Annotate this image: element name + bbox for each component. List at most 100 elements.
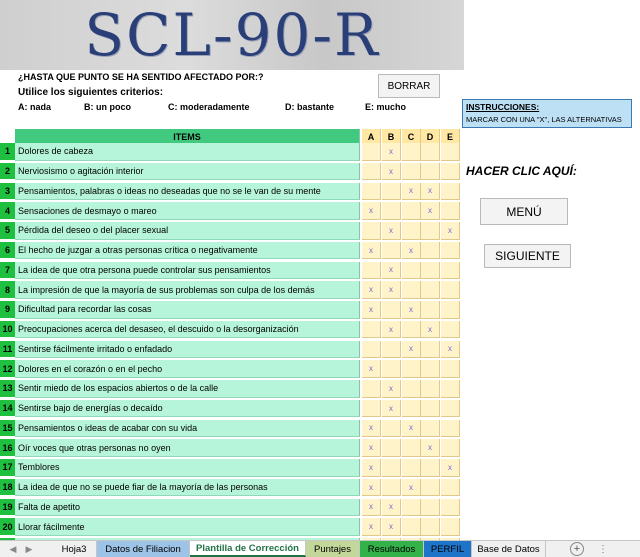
- answer-cell-d[interactable]: [421, 301, 440, 319]
- answer-cell-b[interactable]: [382, 301, 401, 319]
- next-button[interactable]: SIGUIENTE: [484, 244, 571, 268]
- answer-cell-e[interactable]: [441, 182, 460, 201]
- answer-cell-e[interactable]: [441, 241, 460, 260]
- answer-cell-e[interactable]: [441, 320, 460, 339]
- answer-cell-c[interactable]: [402, 162, 421, 181]
- answer-cell-a[interactable]: [362, 222, 381, 240]
- answer-cell-d[interactable]: x: [421, 439, 440, 457]
- answer-cell-d[interactable]: [421, 340, 440, 359]
- answer-cell-b[interactable]: x: [382, 320, 401, 339]
- answer-cell-c[interactable]: [402, 202, 421, 220]
- answer-cell-c[interactable]: [402, 320, 421, 339]
- answer-cell-e[interactable]: x: [441, 340, 460, 359]
- answer-cell-c[interactable]: [402, 222, 421, 240]
- answer-cell-a[interactable]: x: [362, 419, 381, 438]
- answer-cell-b[interactable]: x: [382, 162, 401, 181]
- answer-cell-b[interactable]: x: [382, 399, 401, 418]
- answer-cell-b[interactable]: x: [382, 380, 401, 398]
- answer-cell-e[interactable]: [441, 202, 460, 220]
- answer-cell-c[interactable]: x: [402, 340, 421, 359]
- answer-cell-b[interactable]: [382, 182, 401, 201]
- answer-cell-d[interactable]: [421, 399, 440, 418]
- answer-cell-c[interactable]: [402, 518, 421, 536]
- answer-cell-e[interactable]: [441, 281, 460, 299]
- answer-cell-e[interactable]: [441, 143, 460, 161]
- add-sheet-icon[interactable]: +: [570, 542, 584, 556]
- answer-cell-d[interactable]: x: [421, 182, 440, 201]
- answer-cell-e[interactable]: x: [441, 222, 460, 240]
- answer-cell-a[interactable]: x: [362, 360, 381, 378]
- sheet-tab[interactable]: PERFIL: [424, 541, 472, 557]
- answer-cell-c[interactable]: [402, 360, 421, 378]
- answer-cell-a[interactable]: [362, 380, 381, 398]
- answer-cell-c[interactable]: [402, 459, 421, 477]
- answer-cell-d[interactable]: [421, 143, 440, 161]
- answer-cell-e[interactable]: x: [441, 459, 460, 477]
- sheet-tab[interactable]: Hoja3: [52, 541, 97, 557]
- answer-cell-e[interactable]: [441, 162, 460, 181]
- answer-cell-a[interactable]: x: [362, 459, 381, 477]
- answer-cell-a[interactable]: x: [362, 301, 381, 319]
- answer-cell-b[interactable]: [382, 478, 401, 497]
- answer-cell-b[interactable]: [382, 340, 401, 359]
- menu-button[interactable]: MENÚ: [480, 198, 568, 225]
- more-options-icon[interactable]: ⋮: [598, 541, 608, 557]
- answer-cell-b[interactable]: [382, 202, 401, 220]
- answer-cell-d[interactable]: [421, 478, 440, 497]
- answer-cell-e[interactable]: [441, 261, 460, 280]
- answer-cell-c[interactable]: [402, 380, 421, 398]
- answer-cell-d[interactable]: [421, 518, 440, 536]
- answer-cell-b[interactable]: x: [382, 518, 401, 536]
- answer-cell-c[interactable]: [402, 281, 421, 299]
- answer-cell-b[interactable]: [382, 439, 401, 457]
- answer-cell-c[interactable]: x: [402, 182, 421, 201]
- answer-cell-d[interactable]: [421, 222, 440, 240]
- answer-cell-d[interactable]: [421, 380, 440, 398]
- answer-cell-d[interactable]: [421, 281, 440, 299]
- answer-cell-c[interactable]: [402, 439, 421, 457]
- answer-cell-d[interactable]: x: [421, 320, 440, 339]
- answer-cell-d[interactable]: [421, 261, 440, 280]
- answer-cell-e[interactable]: [441, 380, 460, 398]
- answer-cell-e[interactable]: [441, 360, 460, 378]
- answer-cell-c[interactable]: x: [402, 478, 421, 497]
- answer-cell-b[interactable]: x: [382, 261, 401, 280]
- answer-cell-b[interactable]: [382, 360, 401, 378]
- answer-cell-d[interactable]: [421, 498, 440, 517]
- sheet-tab[interactable]: Plantilla de Corrección: [190, 541, 306, 557]
- answer-cell-c[interactable]: x: [402, 419, 421, 438]
- answer-cell-c[interactable]: x: [402, 241, 421, 260]
- answer-cell-b[interactable]: x: [382, 498, 401, 517]
- answer-cell-d[interactable]: [421, 241, 440, 260]
- answer-cell-b[interactable]: [382, 459, 401, 477]
- answer-cell-b[interactable]: x: [382, 222, 401, 240]
- answer-cell-a[interactable]: [362, 340, 381, 359]
- answer-cell-c[interactable]: [402, 498, 421, 517]
- answer-cell-c[interactable]: [402, 399, 421, 418]
- tab-scroll-left-icon[interactable]: ◀: [6, 541, 20, 557]
- sheet-tab[interactable]: Datos de Filiacion: [97, 541, 190, 557]
- answer-cell-d[interactable]: [421, 459, 440, 477]
- answer-cell-b[interactable]: x: [382, 143, 401, 161]
- answer-cell-a[interactable]: [362, 261, 381, 280]
- clear-button[interactable]: BORRAR: [378, 74, 440, 98]
- answer-cell-c[interactable]: x: [402, 301, 421, 319]
- answer-cell-e[interactable]: [441, 518, 460, 536]
- answer-cell-e[interactable]: [441, 478, 460, 497]
- sheet-tab[interactable]: Base de Datos: [472, 541, 546, 557]
- answer-cell-a[interactable]: [362, 143, 381, 161]
- answer-cell-a[interactable]: x: [362, 498, 381, 517]
- answer-cell-e[interactable]: [441, 419, 460, 438]
- sheet-tab[interactable]: Puntajes: [306, 541, 360, 557]
- answer-cell-d[interactable]: [421, 162, 440, 181]
- answer-cell-a[interactable]: x: [362, 478, 381, 497]
- answer-cell-d[interactable]: x: [421, 202, 440, 220]
- answer-cell-d[interactable]: [421, 360, 440, 378]
- answer-cell-a[interactable]: x: [362, 439, 381, 457]
- answer-cell-a[interactable]: [362, 320, 381, 339]
- answer-cell-b[interactable]: x: [382, 281, 401, 299]
- sheet-tab[interactable]: Resultados: [360, 541, 424, 557]
- answer-cell-e[interactable]: [441, 439, 460, 457]
- answer-cell-a[interactable]: x: [362, 202, 381, 220]
- answer-cell-a[interactable]: x: [362, 518, 381, 536]
